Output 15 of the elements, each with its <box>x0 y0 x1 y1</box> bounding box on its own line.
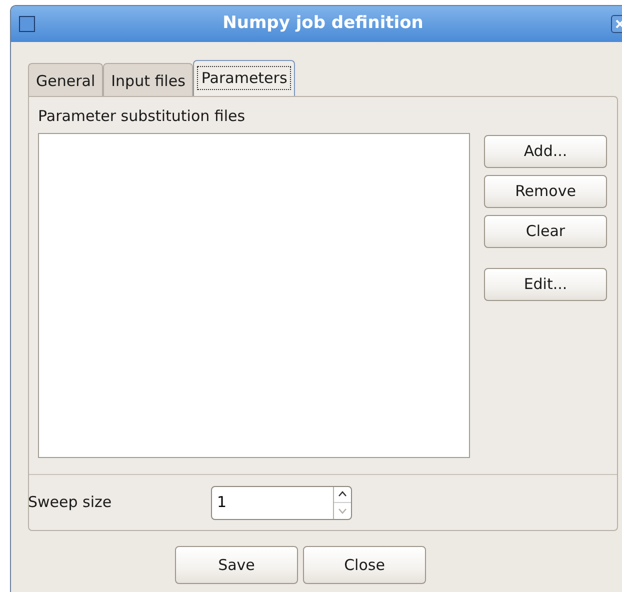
list-action-button[interactable]: Clear <box>484 214 607 248</box>
window-menu-icon[interactable] <box>19 16 35 32</box>
tab[interactable]: General <box>28 62 104 97</box>
sweep-size-spinbox[interactable]: 1 <box>211 486 352 520</box>
dialog-button[interactable]: Close <box>303 546 426 584</box>
list-action-button[interactable]: Edit... <box>484 268 607 300</box>
sweep-size-label: Sweep size <box>28 492 113 514</box>
tab[interactable]: Input files <box>103 62 194 97</box>
window-title: Numpy job definition <box>222 12 424 36</box>
list-label: Parameter substitution files <box>38 106 246 127</box>
sweep-size-field[interactable]: 1 <box>212 486 333 518</box>
list-action-button[interactable]: Remove <box>484 174 607 208</box>
dialog-button[interactable]: Save <box>175 546 298 584</box>
list-action-button[interactable]: Add... <box>484 134 607 168</box>
tab[interactable]: Parameters <box>193 60 296 97</box>
